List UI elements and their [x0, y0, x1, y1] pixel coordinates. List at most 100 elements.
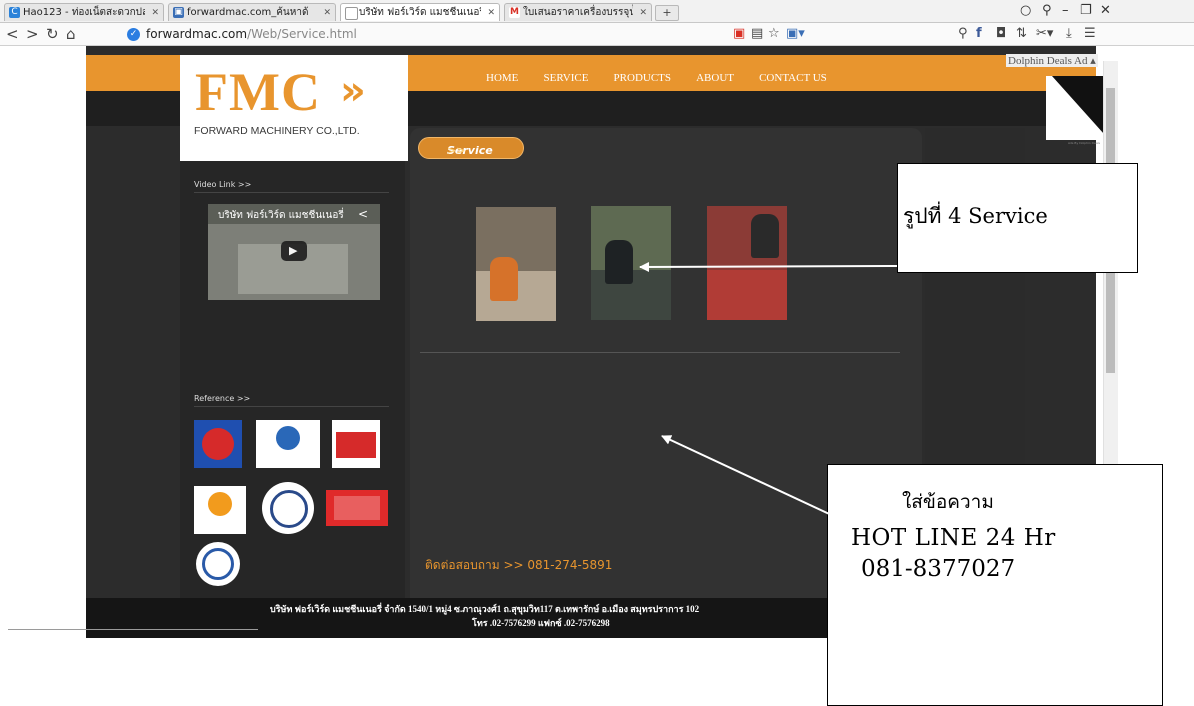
browser-tab-strip: C Hao123 - ท่องเน็ตสะดวกปลอ ✕ ▣ forwardm…	[0, 0, 1194, 23]
translate-icon[interactable]: ▣	[733, 26, 745, 42]
pin-icon[interactable]: ⚲	[1042, 3, 1052, 19]
footer-phone: โทร .02-7576299 แฟกซ์ .02-7576298	[472, 618, 610, 628]
reference-logo-jff[interactable]	[194, 420, 242, 468]
browser-tab-gmail[interactable]: M ใบเสนอราคาเครื่องบรรจุน้ำแข ✕	[504, 3, 652, 21]
footer-address: บริษัท ฟอร์เวิร์ด แมชชีนเนอรี่ จำกัด 154…	[270, 604, 700, 614]
share-icon[interactable]: ⇅	[1016, 26, 1027, 42]
nav-products[interactable]: PRODUCTS	[614, 72, 671, 84]
jff-logo-shape	[202, 428, 234, 460]
oishi-logo-shape	[208, 492, 232, 516]
ad-caption: Ads By Dolphin Deals	[1068, 141, 1101, 145]
profile-icon[interactable]: ○	[1020, 3, 1031, 19]
aje-logo-shape	[334, 496, 380, 520]
service-photo-3[interactable]	[707, 206, 787, 320]
menu-icon[interactable]: ☰	[1084, 26, 1096, 42]
service-badge-arrow: >>	[447, 144, 466, 157]
note-heading: ใส่ข้อความ	[902, 491, 994, 513]
close-icon[interactable]: ✕	[487, 4, 495, 21]
search-icon[interactable]: ⚲	[958, 26, 968, 42]
tab-title: forwardmac.com_ค้นหาด้	[187, 7, 309, 18]
photo-shade	[707, 270, 787, 320]
reference-logo-seal[interactable]	[262, 482, 314, 534]
hao123-icon: C	[9, 7, 20, 18]
share-icon[interactable]: <	[358, 207, 368, 221]
service-photo-1[interactable]	[476, 207, 556, 321]
divider	[194, 192, 389, 193]
site-verified-icon: ✓	[127, 28, 140, 41]
browser-tab-search[interactable]: ▣ forwardmac.com_ค้นหาด้ ✕	[168, 3, 336, 21]
play-icon: ▶	[289, 244, 298, 257]
reference-logo-waterworks[interactable]	[256, 420, 320, 468]
nav-about[interactable]: ABOUT	[696, 72, 734, 84]
figure-label: รูปที่ 4 Service	[903, 204, 1048, 228]
logo-arrows-icon: »	[340, 68, 366, 114]
photo-person	[605, 240, 633, 284]
extension-icon[interactable]: ▣▾	[786, 26, 805, 42]
logo-mark: FMC	[195, 62, 321, 122]
reload-icon[interactable]: ↻	[46, 25, 59, 43]
content-divider	[420, 352, 900, 353]
note-hotline: HOT LINE 24 Hr	[851, 525, 1056, 551]
restore-icon[interactable]: ❐	[1080, 3, 1092, 19]
photo-person	[751, 214, 779, 258]
close-window-icon[interactable]: ✕	[1100, 3, 1111, 19]
ad-banner[interactable]	[1046, 76, 1104, 140]
cut-icon[interactable]: ✂▾	[1036, 26, 1053, 42]
hotline-note-callout: ใส่ข้อความ HOT LINE 24 Hr 081-8377027	[827, 464, 1163, 706]
tab-title: Hao123 - ท่องเน็ตสะดวกปลอ	[23, 7, 145, 18]
service-badge: Service >>	[418, 137, 524, 159]
figure-label-callout: รูปที่ 4 Service	[897, 163, 1138, 273]
ad-graphic	[1052, 76, 1104, 134]
url-path: /Web/Service.html	[247, 27, 357, 41]
browser-toolbar: < > ↻ ⌂ ✓ forwardmac.com/Web/Service.htm…	[0, 23, 1194, 46]
close-icon[interactable]: ✕	[323, 4, 331, 21]
tab-title: ใบเสนอราคาเครื่องบรรจุน้ำแข	[523, 7, 633, 18]
play-button[interactable]: ▶	[281, 241, 307, 261]
home-icon[interactable]: ⌂	[66, 25, 76, 43]
video-player[interactable]: บริษัท ฟอร์เวิร์ด แมชชีนเนอรี่ < ▶	[208, 204, 380, 300]
bookmark-star-icon[interactable]: ☆	[768, 26, 780, 42]
download-icon[interactable]: ⤓	[1066, 26, 1072, 42]
collapse-up-icon[interactable]: ▴	[1090, 55, 1096, 67]
site-nav: HOME SERVICE PRODUCTS ABOUT CONTACT US	[486, 66, 847, 85]
video-title: บริษัท ฟอร์เวิร์ด แมชชีนเนอรี่	[218, 210, 344, 221]
divider	[194, 406, 389, 407]
ad-label: Dolphin Deals Ad ▴	[1006, 54, 1098, 67]
screenshot-icon[interactable]: ◘	[996, 26, 1006, 42]
company-name: FORWARD MACHINERY CO.,LTD.	[194, 125, 360, 137]
seal-logo-shape	[270, 490, 308, 528]
reference-heading: Reference >>	[194, 394, 251, 403]
close-icon[interactable]: ✕	[639, 4, 647, 21]
service-photo-2[interactable]	[591, 206, 671, 320]
tab-title: บริษัท ฟอร์เวิร์ด แมชชีนเนอรี่	[359, 7, 481, 18]
reader-icon[interactable]: ▤	[751, 26, 763, 42]
site-logo[interactable]: FMC » FORWARD MACHINERY CO.,LTD.	[180, 55, 408, 161]
emblem-logo-shape	[202, 548, 234, 580]
reference-logo-oishi[interactable]	[194, 486, 246, 534]
photo-person	[490, 257, 518, 301]
back-icon[interactable]: <	[6, 25, 19, 43]
page-icon	[345, 7, 358, 20]
ad-label-text: Dolphin Deals Ad	[1008, 55, 1088, 67]
browser-tab-active[interactable]: บริษัท ฟอร์เวิร์ด แมชชีนเนอรี่ ✕	[340, 3, 500, 21]
gmail-icon: M	[509, 7, 520, 18]
nav-contact-us[interactable]: CONTACT US	[759, 72, 827, 84]
nav-home[interactable]: HOME	[486, 72, 518, 84]
video-link-heading: Video Link >>	[194, 180, 252, 189]
close-icon[interactable]: ✕	[151, 4, 159, 21]
waterworks-logo-shape	[276, 426, 300, 450]
browser-tab-hao123[interactable]: C Hao123 - ท่องเน็ตสะดวกปลอ ✕	[4, 3, 164, 21]
reference-logo-aje[interactable]	[326, 490, 388, 526]
site-hotline: ติดต่อสอบถาม >> 081-274-5891	[425, 558, 613, 572]
dipso-logo-shape	[336, 432, 376, 458]
address-bar[interactable]: forwardmac.com/Web/Service.html	[146, 26, 357, 42]
nav-service[interactable]: SERVICE	[543, 72, 588, 84]
forward-icon[interactable]: >	[26, 25, 39, 43]
reference-logo-dipso[interactable]	[332, 420, 380, 468]
facebook-icon[interactable]: f	[976, 26, 982, 42]
minimize-icon[interactable]: –	[1062, 3, 1069, 19]
new-tab-button[interactable]: +	[655, 5, 679, 21]
page-edge-line	[8, 629, 258, 630]
reference-logo-emblem[interactable]	[196, 542, 240, 586]
url-host: forwardmac.com	[146, 27, 248, 41]
